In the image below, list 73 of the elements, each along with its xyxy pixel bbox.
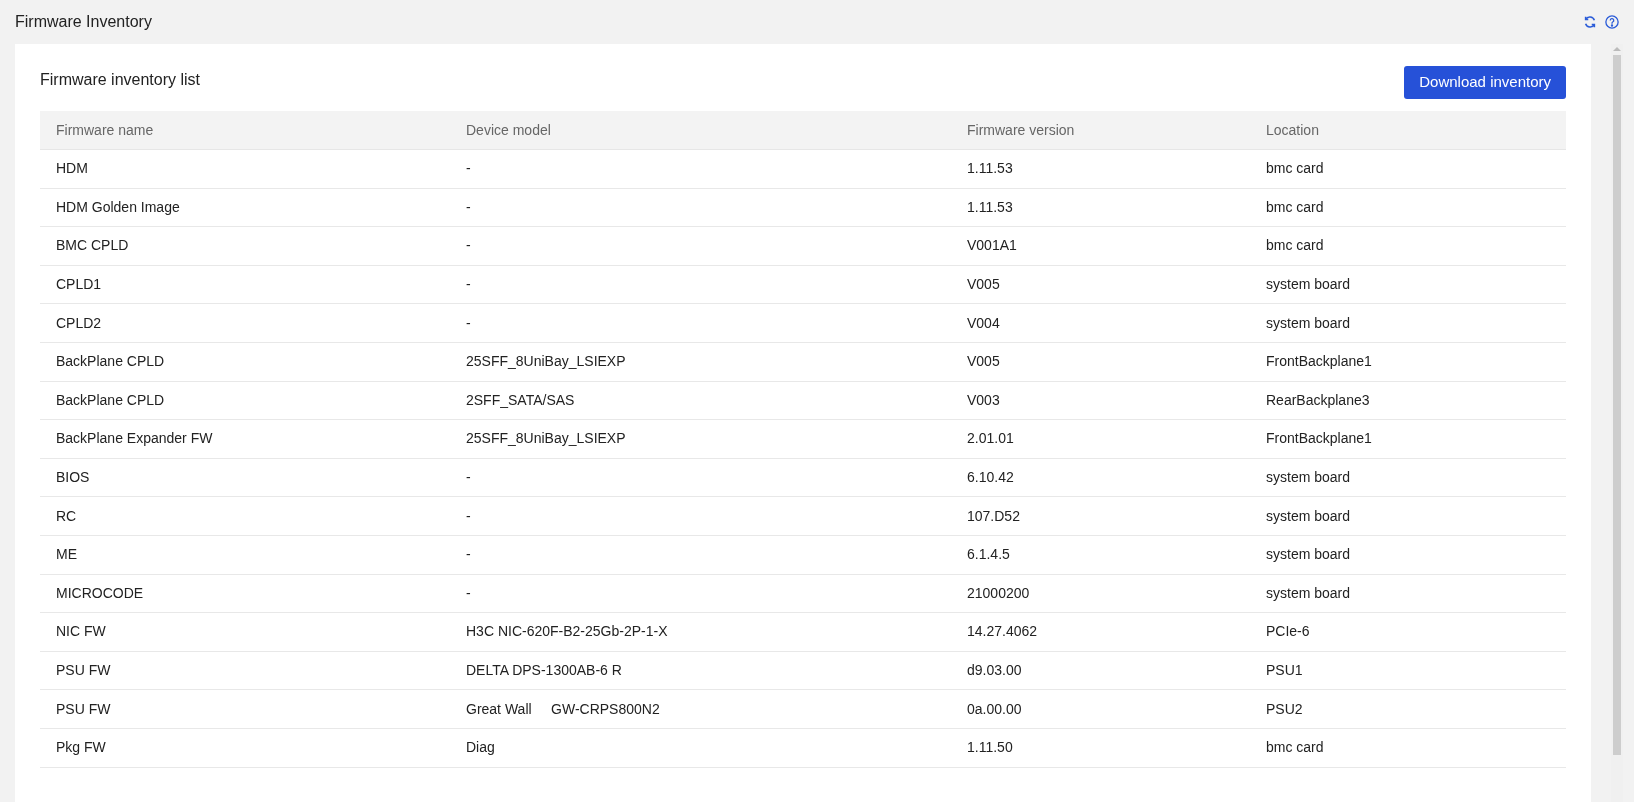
table-cell: PSU FW: [56, 700, 111, 717]
table-cell: 107.D52: [967, 507, 1020, 524]
table-cell: 21000200: [967, 584, 1030, 601]
table-cell: BMC CPLD: [56, 237, 129, 254]
table-cell: Great Wall GW-CRPS800N2: [466, 700, 660, 717]
refresh-icon[interactable]: [1583, 15, 1597, 29]
table-cell: -: [466, 198, 471, 215]
table-cell: PSU2: [1266, 700, 1303, 717]
table-cell: Pkg FW: [56, 739, 106, 756]
download-button[interactable]: Download inventory: [1404, 66, 1566, 99]
table-cell: V001A1: [967, 237, 1017, 254]
table-cell: 25SFF_8UniBay_LSIEXP: [466, 353, 626, 370]
table-cell: HDM Golden Image: [56, 198, 180, 215]
table-cell: FrontBackplane1: [1266, 353, 1372, 370]
table-cell: V004: [967, 314, 1000, 331]
table-cell: Diag: [466, 739, 495, 756]
table-cell: V005: [967, 353, 1000, 370]
table-cell: system board: [1266, 584, 1351, 601]
table-cell: 2SFF_SATA/SAS: [466, 391, 575, 408]
table-cell: FrontBackplane1: [1266, 430, 1372, 447]
table-cell: -: [466, 276, 471, 293]
help-icon[interactable]: [1605, 15, 1619, 29]
column-header: Firmware version: [966, 120, 1076, 140]
table-cell: 1.11.53: [967, 198, 1013, 215]
column-header: Firmware name: [55, 120, 155, 140]
table-cell: -: [466, 237, 471, 254]
table-cell: DELTA DPS-1300AB-6 R: [466, 662, 622, 678]
table-cell: 14.27.4062: [967, 623, 1038, 640]
table-cell: PCIe-6: [1266, 623, 1310, 640]
table-cell: PSU1: [1266, 662, 1303, 678]
table-cell: 6.10.42: [967, 469, 1014, 486]
table-cell: RC: [56, 507, 77, 524]
card-title: Firmware inventory list: [40, 70, 201, 90]
table-cell: 1.11.53: [967, 160, 1013, 177]
table-cell: 6.1.4.5: [967, 546, 1010, 563]
table-cell: system board: [1266, 276, 1351, 293]
table-cell: BackPlane CPLD: [56, 391, 165, 408]
table-cell: 25SFF_8UniBay_LSIEXP: [466, 430, 626, 447]
table-cell: 0a.00.00: [967, 700, 1022, 717]
table-cell: bmc card: [1266, 198, 1324, 215]
column-header: Location: [1265, 120, 1320, 140]
table-cell: system board: [1266, 507, 1351, 524]
table-cell: PSU FW: [56, 662, 111, 678]
table-cell: MICROCODE: [56, 584, 144, 601]
table-cell: V005: [967, 276, 1000, 293]
table-cell: BackPlane CPLD: [56, 353, 165, 370]
table-cell: -: [466, 584, 471, 601]
table-cell: CPLD1: [56, 276, 102, 293]
table-cell: d9.03.00: [967, 662, 1022, 678]
table-cell: BIOS: [56, 469, 90, 486]
table-cell: CPLD2: [56, 314, 102, 331]
table-cell: bmc card: [1266, 739, 1324, 756]
table-cell: RearBackplane3: [1266, 391, 1370, 408]
table-cell: H3C NIC-620F-B2-25Gb-2P-1-X: [466, 623, 668, 640]
table-cell: system board: [1266, 546, 1351, 563]
table-cell: bmc card: [1266, 237, 1324, 254]
table-cell: -: [466, 314, 471, 331]
table-cell: system board: [1266, 469, 1351, 486]
table-cell: BackPlane Expander FW: [56, 430, 213, 447]
table-cell: system board: [1266, 314, 1351, 331]
table-cell: ME: [56, 546, 77, 563]
page-title: Firmware Inventory: [15, 12, 152, 32]
table-cell: bmc card: [1266, 160, 1324, 177]
table-cell: V003: [967, 391, 1000, 408]
table-cell: 2.01.01: [967, 430, 1014, 447]
column-header: Device model: [465, 120, 552, 140]
table-cell: HDM: [56, 160, 88, 177]
table-cell: -: [466, 546, 471, 563]
table-cell: -: [466, 507, 471, 524]
table-cell: -: [466, 469, 471, 486]
table-cell: NIC FW: [56, 623, 106, 640]
table-cell: -: [466, 160, 471, 177]
table-cell: 1.11.50: [967, 739, 1013, 756]
